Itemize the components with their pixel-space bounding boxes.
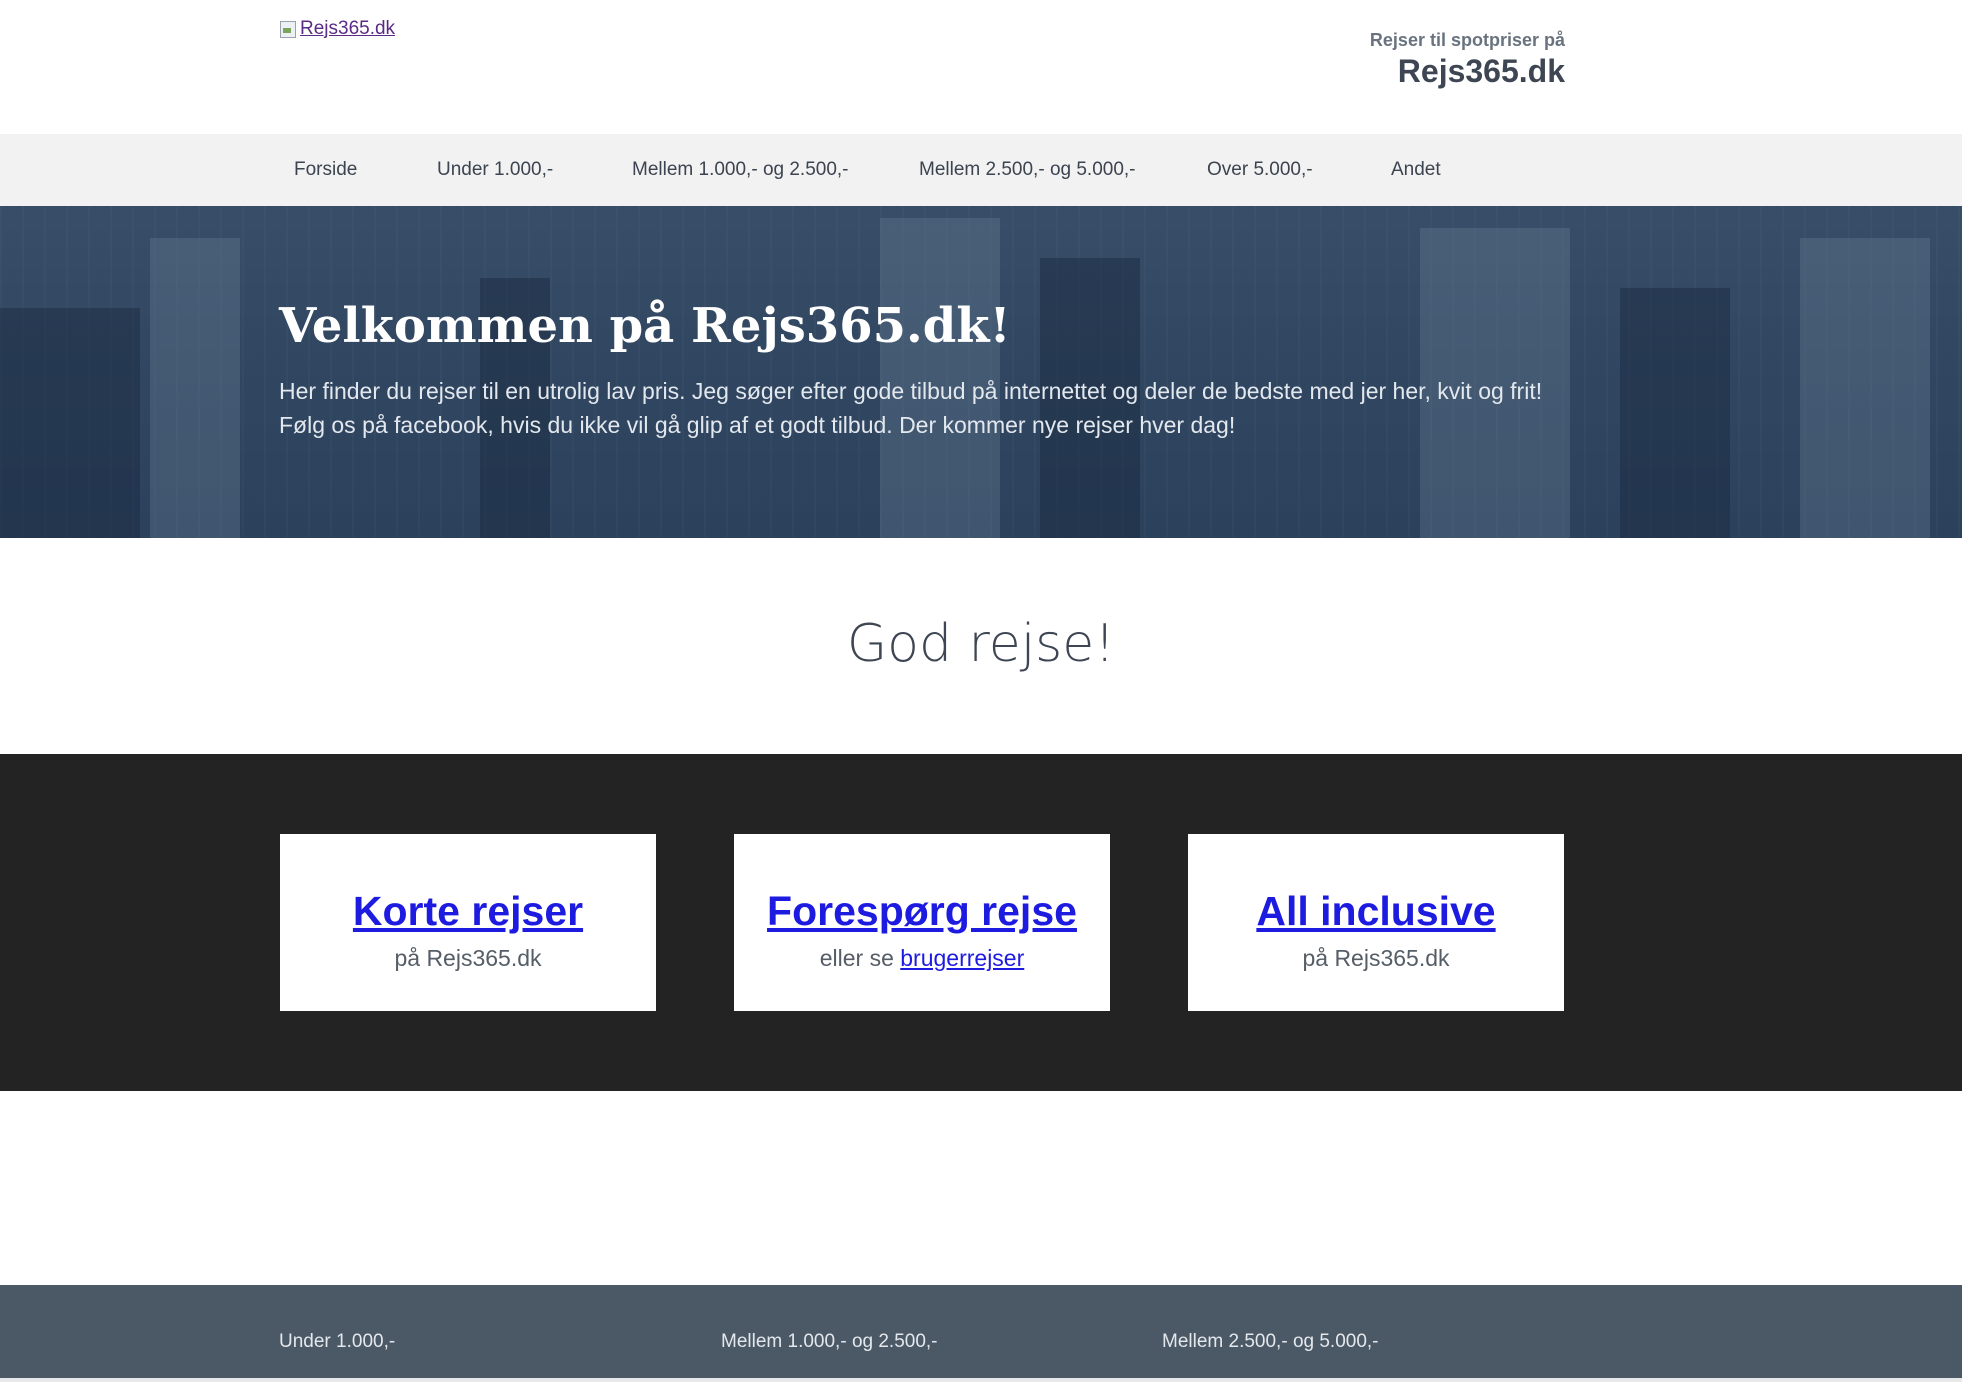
main-nav: Forside Under 1.000,- Mellem 1.000,- og … xyxy=(0,134,1962,206)
nav-item-forside[interactable]: Forside xyxy=(294,134,357,206)
brugerrejser-link[interactable]: brugerrejser xyxy=(900,945,1024,971)
card-subtitle: på Rejs365.dk xyxy=(394,945,542,971)
nav-item-under-1000[interactable]: Under 1.000,- xyxy=(437,134,553,206)
footer-link-2500-5000[interactable]: Mellem 2.500,- og 5.000,- xyxy=(1162,1331,1379,1353)
card-title-link[interactable]: All inclusive xyxy=(1188,888,1564,935)
footer-bottom-strip xyxy=(0,1378,1962,1382)
card-subtitle: eller se brugerrejser xyxy=(734,945,1110,972)
skyline-building xyxy=(150,238,240,538)
tagline-small: Rejser til spotpriser på xyxy=(1369,30,1565,50)
footer-link-1000-2500[interactable]: Mellem 1.000,- og 2.500,- xyxy=(721,1331,938,1353)
site-footer: Under 1.000,- Mellem 1.000,- og 2.500,- … xyxy=(0,1285,1962,1382)
hero-text-line: Følg os på facebook, hvis du ikke vil gå… xyxy=(279,412,1236,438)
hero-title: Velkommen på Rejs365.dk! xyxy=(279,298,1011,354)
hero-text-line: Her finder du rejser til en utrolig lav … xyxy=(279,378,1543,404)
site-header: Rejs365.dk Rejser til spotpriser på Rejs… xyxy=(0,0,1962,134)
tagline-brand: Rejs365.dk xyxy=(1397,53,1565,89)
card-title-link[interactable]: Korte rejser xyxy=(280,888,656,935)
nav-item-andet[interactable]: Andet xyxy=(1391,134,1441,206)
hero-description: Her finder du rejser til en utrolig lav … xyxy=(279,374,1579,442)
nav-item-over-5000[interactable]: Over 5.000,- xyxy=(1207,134,1313,206)
nav-item-2500-5000[interactable]: Mellem 2.500,- og 5.000,- xyxy=(919,134,1136,206)
feature-card-foresporg-rejse: Forespørg rejse eller se brugerrejser xyxy=(734,834,1110,1011)
card-title-link[interactable]: Forespørg rejse xyxy=(734,888,1110,935)
welcome-title: God rejse! xyxy=(846,614,1116,674)
feature-card-all-inclusive: All inclusive på Rejs365.dk xyxy=(1188,834,1564,1011)
card-subtitle-prefix: eller se xyxy=(819,945,894,971)
nav-item-1000-2500[interactable]: Mellem 1.000,- og 2.500,- xyxy=(632,134,849,206)
skyline-building xyxy=(0,308,140,538)
logo-alt-text: Rejs365.dk xyxy=(300,18,396,39)
skyline-building xyxy=(1620,288,1730,538)
welcome-section: God rejse! xyxy=(0,538,1962,754)
feature-section: Korte rejser på Rejs365.dk Forespørg rej… xyxy=(0,754,1962,1091)
broken-image-icon xyxy=(279,19,297,39)
card-subtitle: på Rejs365.dk xyxy=(1302,945,1450,971)
footer-link-under-1000[interactable]: Under 1.000,- xyxy=(279,1331,395,1353)
hero-banner: Velkommen på Rejs365.dk! Her finder du r… xyxy=(0,206,1962,538)
header-tagline: Rejser til spotpriser på Rejs365.dk xyxy=(1370,30,1565,90)
feature-card-korte-rejser: Korte rejser på Rejs365.dk xyxy=(280,834,656,1011)
site-logo-link[interactable]: Rejs365.dk xyxy=(279,18,395,40)
skyline-building xyxy=(1800,238,1930,538)
